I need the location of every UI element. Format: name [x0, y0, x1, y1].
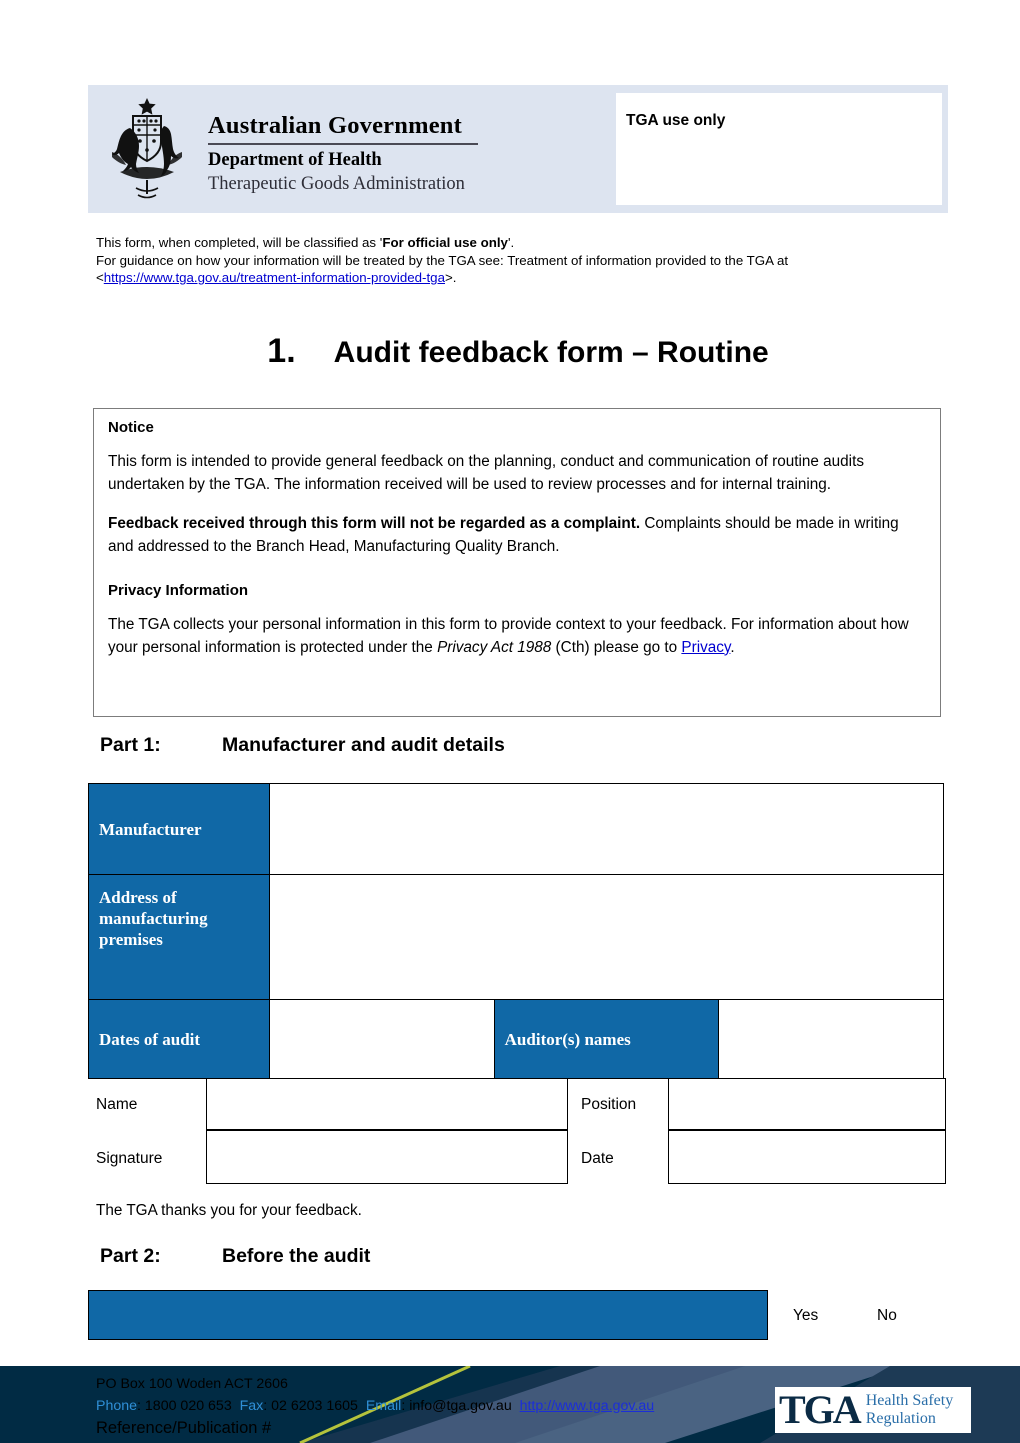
auditors-label-cell: Auditor(s) names — [493, 999, 720, 1079]
part-1-title: Manufacturer and audit details — [222, 734, 505, 756]
classification-pre: This form, when completed, will be class… — [96, 235, 383, 250]
notice-heading: Notice — [108, 419, 154, 436]
email-label: Email — [365, 1397, 402, 1414]
date-input[interactable] — [668, 1130, 946, 1184]
department-of-health-text: Department of Health — [208, 149, 382, 170]
australian-coat-of-arms-icon — [100, 92, 194, 204]
title-number: 1. — [267, 332, 296, 370]
title-text: Audit feedback form – Routine — [333, 336, 769, 369]
footer-contact-block: PO Box 100 Woden ACT 2606 Phone: 1800 02… — [96, 1374, 796, 1439]
classification-line-2: For guidance on how your information wil… — [96, 252, 789, 268]
australian-government-text: Australian Government — [208, 112, 462, 139]
table-row-address: Address of manufacturing premises — [88, 874, 944, 1000]
position-input[interactable] — [668, 1078, 946, 1130]
manufacturer-label-cell: Manufacturer — [88, 783, 270, 875]
auditors-input-cell[interactable] — [718, 999, 944, 1079]
phone-sep-1: : — [137, 1397, 145, 1414]
name-input[interactable] — [206, 1078, 568, 1130]
part-1-label: Part 1: — [100, 734, 161, 756]
page-title: 1. Audit feedback form – Routine — [88, 332, 948, 371]
classification-note: This form, when completed, will be class… — [96, 234, 952, 287]
thanks-text: The TGA thanks you for your feedback. — [96, 1202, 362, 1219]
classification-bold: For official use only — [382, 235, 508, 250]
phone-number: 1800 020 653 — [144, 1397, 232, 1414]
privacy-mid-text: (Cth) please go to — [551, 638, 682, 656]
phone-sep-2: : — [263, 1397, 272, 1414]
privacy-post-text: . — [730, 638, 735, 656]
footer-contact-line: Phone: 1800 020 653 Fax: 02 6203 1605 Em… — [96, 1396, 796, 1418]
notice-paragraph-1: This form is intended to provide general… — [108, 453, 864, 493]
part-2-heading: Part 2: Before the audit — [100, 1245, 370, 1268]
no-column-header: No — [877, 1307, 897, 1324]
treatment-information-link[interactable]: https://www.tga.gov.au/treatment-informa… — [104, 270, 445, 285]
table-row-manufacturer: Manufacturer — [88, 783, 944, 875]
tga-logo-tagline-line2: Regulation — [865, 1410, 936, 1427]
email-address: info@tga.gov.au — [409, 1397, 512, 1414]
complaint-bold-text: Feedback received through this form will… — [108, 515, 641, 532]
signature-label: Signature — [96, 1150, 163, 1167]
tga-website-link[interactable]: http://www.tga.gov.au — [520, 1398, 655, 1414]
tga-logo-wordmark: TGA — [779, 1387, 862, 1432]
tga-logo: TGA Health Safety Regulation — [775, 1387, 971, 1433]
date-label: Date — [581, 1150, 614, 1167]
footer-address: PO Box 100 Woden ACT 2606 — [96, 1376, 288, 1392]
part-1-heading: Part 1: Manufacturer and audit details — [100, 734, 505, 757]
notice-box: Notice This form is intended to provide … — [93, 408, 941, 717]
position-label: Position — [581, 1096, 637, 1113]
yes-column-header: Yes — [793, 1307, 819, 1324]
classification-line-3: <https://www.tga.gov.au/treatment-inform… — [96, 269, 952, 287]
address-input-cell[interactable] — [269, 874, 944, 1000]
classification-post: '. — [507, 235, 515, 250]
privacy-link[interactable]: Privacy — [681, 639, 730, 656]
tga-use-only-label: TGA use only — [626, 112, 726, 129]
tga-logo-tagline: Health Safety Regulation — [866, 1392, 954, 1428]
privacy-act-title: Privacy Act 1988 — [437, 638, 552, 656]
part-2-question-bar — [88, 1290, 768, 1340]
tga-logo-tagline-line1: Health Safety — [865, 1392, 954, 1409]
government-lockup: Australian Government Department of Heal… — [208, 112, 608, 196]
dates-label-cell: Dates of audit — [88, 999, 270, 1079]
name-label: Name — [96, 1096, 138, 1113]
notice-paragraph-2: Feedback received through this form will… — [108, 513, 926, 558]
fax-label: Fax — [239, 1397, 264, 1414]
phone-label: Phone — [96, 1397, 138, 1414]
part-2-title: Before the audit — [222, 1245, 371, 1267]
address-label-cell: Address of manufacturing premises — [88, 874, 270, 1000]
lockup-divider — [208, 143, 478, 145]
tga-use-only-box[interactable]: TGA use only — [616, 93, 942, 205]
dates-input-cell[interactable] — [269, 999, 495, 1079]
table-row-dates-auditors: Dates of audit Auditor(s) names — [88, 999, 944, 1079]
part-2-label: Part 2: — [100, 1245, 161, 1267]
classification-line-1: This form, when completed, will be class… — [96, 234, 952, 252]
signature-input[interactable] — [206, 1130, 568, 1184]
tga-text: Therapeutic Goods Administration — [208, 174, 465, 195]
manufacturer-details-table: Manufacturer Address of manufacturing pr… — [88, 783, 944, 1079]
form-page: Australian Government Department of Heal… — [0, 0, 1020, 1443]
angle-open: < — [96, 270, 104, 285]
angle-close: >. — [444, 270, 457, 285]
manufacturer-input-cell[interactable] — [269, 783, 944, 875]
footer-reference: Reference/Publication # — [96, 1419, 272, 1437]
privacy-heading: Privacy Information — [108, 582, 249, 599]
fax-number: 02 6203 1605 — [271, 1397, 358, 1414]
privacy-paragraph: The TGA collects your personal informati… — [108, 614, 926, 659]
